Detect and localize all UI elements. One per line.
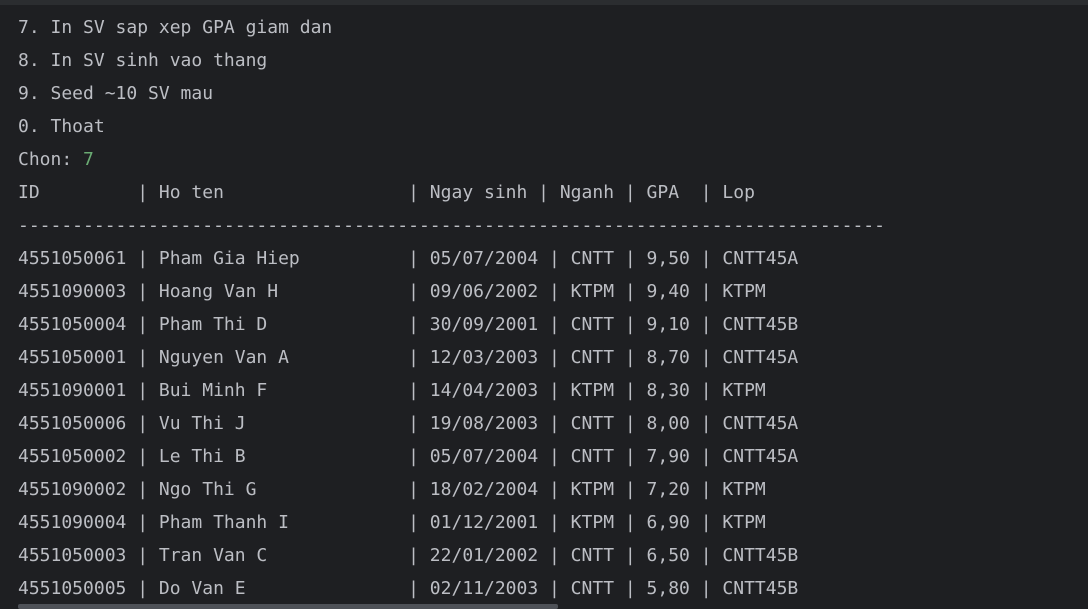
menu-item-9: 9. Seed ~10 SV mau — [18, 83, 214, 104]
table-row: 4551050003 | Tran Van C | 22/01/2002 | C… — [18, 545, 799, 566]
table-row: 4551050001 | Nguyen Van A | 12/03/2003 |… — [18, 347, 799, 368]
horizontal-scrollbar[interactable] — [0, 604, 1088, 609]
menu-item-8: 8. In SV sinh vao thang — [18, 50, 268, 71]
table-row: 4551050061 | Pham Gia Hiep | 05/07/2004 … — [18, 248, 799, 269]
console-top-border — [0, 0, 1088, 5]
table-row: 4551050006 | Vu Thi J | 19/08/2003 | CNT… — [18, 413, 799, 434]
prompt-label: Chon: — [18, 149, 84, 170]
menu-item-0: 0. Thoat — [18, 116, 105, 137]
table-row: 4551090002 | Ngo Thi G | 18/02/2004 | KT… — [18, 479, 766, 500]
table-row: 4551050004 | Pham Thi D | 30/09/2001 | C… — [18, 314, 799, 335]
table-row: 4551090004 | Pham Thanh I | 01/12/2001 |… — [18, 512, 766, 533]
scrollbar-thumb[interactable] — [18, 604, 558, 609]
console-output[interactable]: 7. In SV sap xep GPA giam dan 8. In SV si… — [18, 11, 885, 605]
table-row: 4551050005 | Do Van E | 02/11/2003 | CNT… — [18, 578, 799, 599]
menu-item-7: 7. In SV sap xep GPA giam dan — [18, 17, 333, 38]
table-row: 4551090001 | Bui Minh F | 14/04/2003 | K… — [18, 380, 766, 401]
table-separator: ----------------------------------------… — [18, 215, 885, 236]
table-row: 4551090003 | Hoang Van H | 09/06/2002 | … — [18, 281, 766, 302]
run-console[interactable]: 7. In SV sap xep GPA giam dan 8. In SV si… — [0, 0, 1088, 609]
prompt-line: Chon: 7 — [18, 143, 885, 176]
user-input-echo: 7 — [83, 149, 94, 170]
table-header: ID | Ho ten | Ngay sinh | Nganh | GPA | … — [18, 182, 755, 203]
table-row: 4551050002 | Le Thi B | 05/07/2004 | CNT… — [18, 446, 799, 467]
